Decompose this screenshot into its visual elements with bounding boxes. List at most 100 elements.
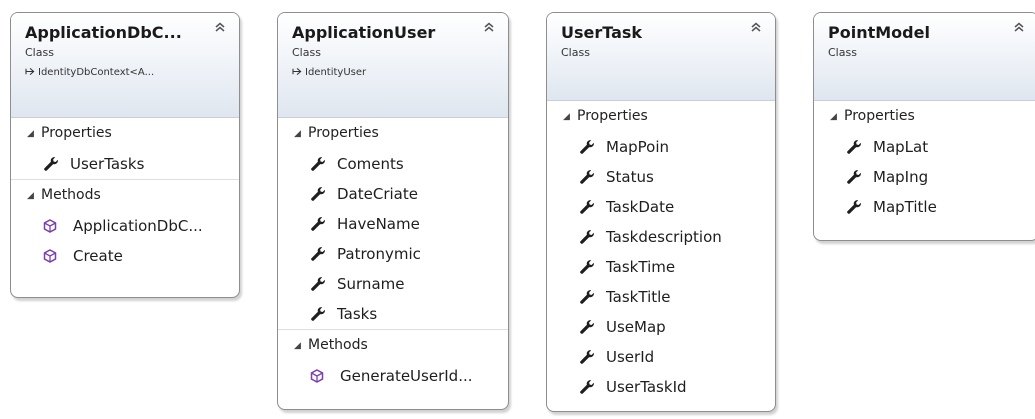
- member-name: UserTaskId: [606, 378, 687, 396]
- class-box[interactable]: UserTask Class ◢ Properties MapPoin Status Tas…: [546, 12, 776, 412]
- property-item[interactable]: UserTaskId: [547, 372, 775, 402]
- triangle-expanded-icon[interactable]: ◢: [830, 102, 844, 133]
- member-name: Status: [606, 168, 654, 186]
- member-name: UserTasks: [70, 155, 145, 173]
- member-name: HaveName: [337, 215, 420, 233]
- property-item[interactable]: MapTitle: [814, 192, 1035, 222]
- class-stereotype: Class: [292, 46, 321, 59]
- triangle-expanded-icon[interactable]: ◢: [27, 119, 41, 150]
- wrench-icon: [310, 302, 326, 321]
- property-item[interactable]: DateCriate: [278, 179, 508, 209]
- wrench-icon: [579, 345, 595, 364]
- wrench-icon: [310, 242, 326, 261]
- member-name: MapTitle: [873, 198, 937, 216]
- property-item[interactable]: Surname: [278, 269, 508, 299]
- section-header[interactable]: ◢ Methods: [11, 180, 239, 211]
- member-name: ApplicationDbC...: [73, 217, 203, 235]
- section-header[interactable]: ◢ Properties: [11, 118, 239, 149]
- member-name: DateCriate: [337, 185, 418, 203]
- member-name: Patronymic: [337, 245, 421, 263]
- property-item[interactable]: Tasks: [278, 299, 508, 329]
- member-name: Tasks: [337, 305, 378, 323]
- section-propertys: ◢ Properties Coments DateCriate HaveName Patr…: [278, 118, 508, 330]
- property-item[interactable]: MapPoin: [547, 132, 775, 162]
- property-item[interactable]: TaskDate: [547, 192, 775, 222]
- class-header: ApplicationDbC... Class IdentityDbContext<…: [11, 13, 239, 118]
- property-item[interactable]: UserTasks: [11, 149, 239, 179]
- property-item[interactable]: MapIng: [814, 162, 1035, 192]
- class-name: UserTask: [561, 23, 643, 42]
- triangle-expanded-icon[interactable]: ◢: [294, 331, 308, 362]
- member-name: TaskTitle: [606, 288, 671, 306]
- wrench-icon: [579, 195, 595, 214]
- inherit-arrow-icon: [292, 67, 305, 78]
- double-chevron-up-icon[interactable]: [213, 21, 227, 37]
- section-methods: ◢ Methods ApplicationDbC... Create: [11, 180, 239, 271]
- method-item[interactable]: Create: [11, 241, 239, 271]
- property-item[interactable]: TaskTime: [547, 252, 775, 282]
- section-header[interactable]: ◢ Properties: [547, 101, 775, 132]
- wrench-icon: [846, 135, 862, 154]
- wrench-icon: [579, 165, 595, 184]
- property-item[interactable]: UseMap: [547, 312, 775, 342]
- property-item[interactable]: Coments: [278, 149, 508, 179]
- method-cube-icon: [310, 363, 324, 383]
- section-label: Properties: [41, 125, 112, 141]
- member-name: MapPoin: [606, 138, 670, 156]
- class-box[interactable]: ApplicationDbC... Class IdentityDbContext<…: [10, 12, 240, 298]
- method-item[interactable]: ApplicationDbC...: [11, 211, 239, 241]
- wrench-icon: [846, 195, 862, 214]
- class-inheritance: IdentityUser: [292, 66, 500, 80]
- wrench-icon: [310, 212, 326, 231]
- triangle-expanded-icon[interactable]: ◢: [563, 102, 577, 133]
- member-name: UseMap: [606, 318, 666, 336]
- wrench-icon: [579, 285, 595, 304]
- member-name: MapLat: [873, 138, 929, 156]
- section-propertys: ◢ Properties MapPoin Status TaskDate Taskdesc…: [547, 101, 775, 402]
- member-name: UserId: [606, 348, 655, 366]
- member-name: Surname: [337, 275, 405, 293]
- class-box[interactable]: PointModel Class ◢ Properties MapLat MapIng Ma…: [813, 12, 1035, 241]
- property-item[interactable]: Taskdescription: [547, 222, 775, 252]
- class-header: PointModel Class: [814, 13, 1035, 101]
- wrench-icon: [310, 152, 326, 171]
- wrench-icon: [579, 315, 595, 334]
- inherit-arrow-icon: [25, 67, 38, 78]
- class-box[interactable]: ApplicationUser Class IdentityUser ◢ Propert…: [277, 12, 509, 410]
- class-name: ApplicationUser: [292, 23, 436, 42]
- property-item[interactable]: Patronymic: [278, 239, 508, 269]
- section-header[interactable]: ◢ Properties: [278, 118, 508, 149]
- property-item[interactable]: Status: [547, 162, 775, 192]
- member-name: MapIng: [873, 168, 929, 186]
- wrench-icon: [846, 165, 862, 184]
- property-item[interactable]: HaveName: [278, 209, 508, 239]
- base-class-name: IdentityUser: [305, 67, 367, 78]
- class-header: ApplicationUser Class IdentityUser: [278, 13, 508, 118]
- double-chevron-up-icon[interactable]: [749, 21, 763, 37]
- class-name: ApplicationDbC...: [25, 23, 182, 42]
- property-item[interactable]: MapLat: [814, 132, 1035, 162]
- class-stereotype: Class: [828, 46, 857, 59]
- double-chevron-up-icon[interactable]: [482, 21, 496, 37]
- method-cube-icon: [43, 243, 57, 263]
- section-header[interactable]: ◢ Methods: [278, 330, 508, 361]
- member-name: Create: [73, 247, 123, 265]
- property-item[interactable]: TaskTitle: [547, 282, 775, 312]
- section-header[interactable]: ◢ Properties: [814, 101, 1035, 132]
- method-item[interactable]: GenerateUserId...: [278, 361, 508, 391]
- property-item[interactable]: UserId: [547, 342, 775, 372]
- triangle-expanded-icon[interactable]: ◢: [294, 119, 308, 150]
- method-cube-icon: [43, 213, 57, 233]
- double-chevron-up-icon[interactable]: [1012, 21, 1026, 37]
- member-name: TaskTime: [606, 258, 676, 276]
- triangle-expanded-icon[interactable]: ◢: [27, 181, 41, 212]
- class-stereotype: Class: [25, 46, 54, 59]
- member-name: Taskdescription: [606, 228, 722, 246]
- wrench-icon: [310, 182, 326, 201]
- section-propertys: ◢ Properties MapLat MapIng MapTitle: [814, 101, 1035, 222]
- member-name: TaskDate: [606, 198, 675, 216]
- member-name: GenerateUserId...: [340, 367, 473, 385]
- base-class-name: IdentityDbContext<A...: [38, 67, 155, 78]
- class-name: PointModel: [828, 23, 930, 42]
- section-label: Methods: [308, 337, 368, 353]
